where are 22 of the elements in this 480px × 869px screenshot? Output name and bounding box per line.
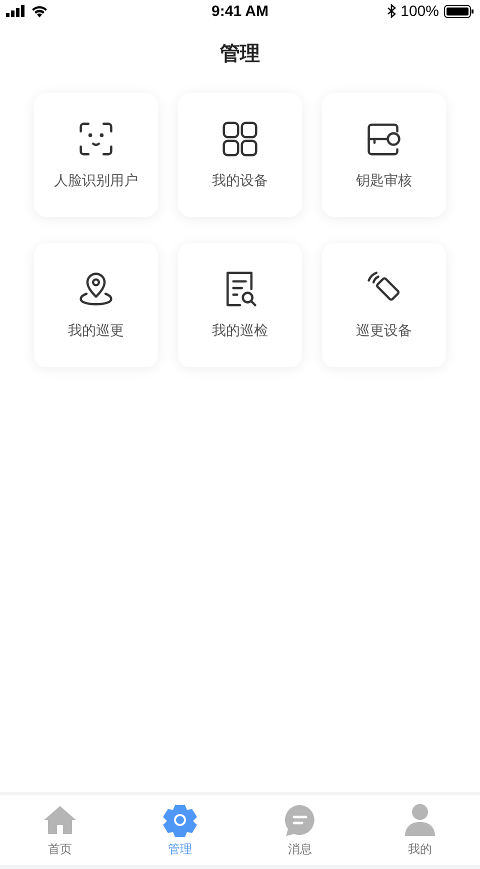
tab-item[interactable]: 消息 (240, 795, 360, 865)
tab-item[interactable]: 首页 (0, 795, 120, 865)
battery-icon (444, 4, 474, 18)
person-icon (403, 802, 437, 836)
menu-tile[interactable]: 我的巡检 (178, 243, 302, 367)
page-title: 管理 (219, 40, 261, 67)
wifi-icon (31, 4, 48, 18)
tab-item[interactable]: 我的 (360, 795, 480, 865)
menu-tile[interactable]: 我的巡更 (34, 243, 158, 367)
signal-icon (6, 5, 26, 17)
bluetooth-icon (386, 4, 396, 18)
menu-tile[interactable]: 人脸识别用户 (34, 93, 158, 217)
location-pin-icon (77, 270, 115, 308)
status-time: 9:41 AM (212, 2, 268, 20)
menu-tile[interactable]: 我的设备 (178, 93, 302, 217)
menu-tile[interactable]: 巡更设备 (322, 243, 446, 367)
grid-icon (221, 120, 259, 158)
face-scan-icon (77, 120, 115, 158)
battery-percent: 100% (400, 2, 439, 20)
settings-icon (163, 802, 197, 836)
menu-tile[interactable]: 钥匙审核 (322, 93, 446, 217)
chat-icon (283, 802, 317, 836)
